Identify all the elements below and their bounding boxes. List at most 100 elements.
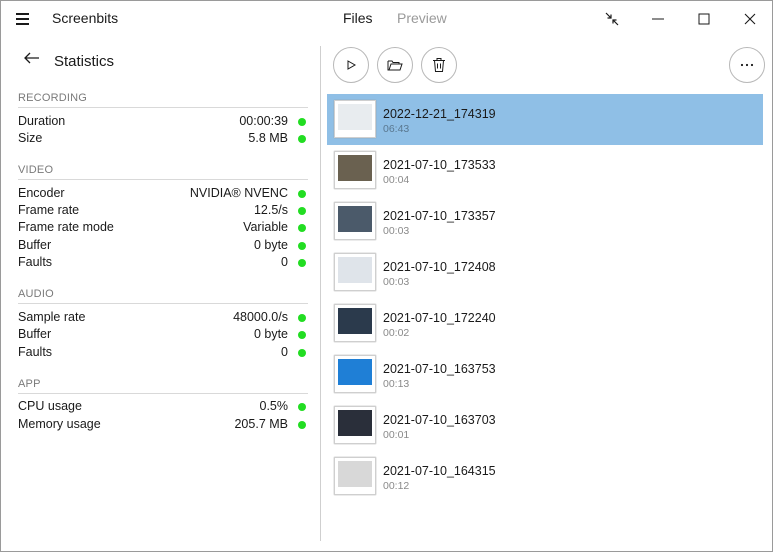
file-item[interactable]: 2021-07-10_172240 00:02 <box>327 298 763 349</box>
folder-open-icon <box>387 60 403 71</box>
stat-row-audio-buffer: Buffer 0 byte <box>18 327 308 344</box>
thumbnail-image <box>338 308 372 334</box>
stat-row-sample-rate: Sample rate 48000.0/s <box>18 310 308 327</box>
stat-row-duration: Duration 00:00:39 <box>18 114 308 131</box>
video-thumbnail <box>334 457 376 495</box>
maximize-button[interactable] <box>680 1 726 37</box>
page-title: Statistics <box>54 53 115 70</box>
section-label-app: APP <box>18 378 41 390</box>
section-divider <box>18 303 308 304</box>
stat-row-encoder: Encoder NVIDIA® NVENC <box>18 186 308 203</box>
file-name: 2021-07-10_172408 <box>383 260 496 274</box>
file-duration: 00:02 <box>383 327 410 339</box>
stat-label: Faults <box>18 255 53 269</box>
close-button[interactable] <box>726 1 772 37</box>
status-dot <box>298 224 306 232</box>
thumbnail-image <box>338 104 372 130</box>
open-folder-button[interactable] <box>377 47 413 83</box>
section-divider <box>18 107 308 108</box>
status-dot <box>298 242 306 250</box>
back-arrow-icon <box>24 52 39 64</box>
thumbnail-image <box>338 257 372 283</box>
file-name: 2022-12-21_174319 <box>383 107 496 121</box>
more-icon <box>740 63 754 67</box>
tab-preview[interactable]: Preview <box>397 10 447 26</box>
file-duration: 00:01 <box>383 429 410 441</box>
tab-files[interactable]: Files <box>343 10 373 26</box>
status-dot <box>298 331 306 339</box>
stat-label: Buffer <box>18 238 52 252</box>
thumbnail-image <box>338 410 372 436</box>
video-thumbnail <box>334 406 376 444</box>
stat-label: Faults <box>18 345 53 359</box>
status-dot <box>298 421 306 429</box>
status-dot <box>298 190 306 198</box>
hamburger-menu-icon[interactable] <box>13 11 33 27</box>
file-item[interactable]: 2021-07-10_173533 00:04 <box>327 145 763 196</box>
stat-row-audio-faults: Faults 0 <box>18 345 308 362</box>
stat-value: 48000.0/s <box>233 310 288 324</box>
file-item[interactable]: 2021-07-10_172408 00:03 <box>327 247 763 298</box>
thumbnail-image <box>338 155 372 181</box>
thumbnail-image <box>338 206 372 232</box>
stat-label: Duration <box>18 114 66 128</box>
minimize-icon <box>652 18 664 20</box>
file-name: 2021-07-10_164315 <box>383 464 496 478</box>
file-duration: 06:43 <box>383 123 410 135</box>
thumbnail-image <box>338 359 372 385</box>
status-dot <box>298 207 306 215</box>
compact-overlay-button[interactable] <box>588 1 634 37</box>
status-dot <box>298 314 306 322</box>
delete-button[interactable] <box>421 47 457 83</box>
stat-label: Size <box>18 131 43 145</box>
stat-row-size: Size 5.8 MB <box>18 131 308 148</box>
section-label-video: VIDEO <box>18 164 54 176</box>
section-divider <box>18 179 308 180</box>
play-icon <box>347 60 357 70</box>
close-icon <box>744 13 756 25</box>
stat-row-video-buffer: Buffer 0 byte <box>18 238 308 255</box>
file-item[interactable]: 2021-07-10_163753 00:13 <box>327 349 763 400</box>
stat-row-video-faults: Faults 0 <box>18 255 308 272</box>
status-dot <box>298 135 306 143</box>
stat-value: 0 byte <box>253 238 288 252</box>
file-name: 2021-07-10_172240 <box>383 311 496 325</box>
stat-value: NVIDIA® NVENC <box>189 186 288 200</box>
thumbnail-image <box>338 461 372 487</box>
video-thumbnail <box>334 355 376 393</box>
file-item[interactable]: 2021-07-10_164315 00:12 <box>327 451 763 502</box>
file-item[interactable]: 2022-12-21_174319 06:43 <box>327 94 763 145</box>
file-item[interactable]: 2021-07-10_173357 00:03 <box>327 196 763 247</box>
file-name: 2021-07-10_163703 <box>383 413 496 427</box>
file-duration: 00:04 <box>383 174 410 186</box>
file-duration: 00:13 <box>383 378 410 390</box>
stat-value: 5.8 MB <box>248 131 288 145</box>
section-divider <box>18 393 308 394</box>
file-item[interactable]: 2021-07-10_163703 00:01 <box>327 400 763 451</box>
stat-value: 205.7 MB <box>234 417 288 431</box>
file-duration: 00:03 <box>383 276 410 288</box>
more-options-button[interactable] <box>729 47 765 83</box>
play-button[interactable] <box>333 47 369 83</box>
file-duration: 00:03 <box>383 225 410 237</box>
statistics-panel: Statistics RECORDING Duration 00:00:39 S… <box>1 37 321 551</box>
stat-label: Memory usage <box>18 417 101 431</box>
section-label-recording: RECORDING <box>18 92 88 104</box>
video-thumbnail <box>334 253 376 291</box>
stat-value: 0 <box>281 345 288 359</box>
video-thumbnail <box>334 304 376 342</box>
app-window: Screenbits Files Preview Statistics RECO… <box>0 0 773 552</box>
file-name: 2021-07-10_173357 <box>383 209 496 223</box>
panel-divider <box>320 46 321 541</box>
minimize-button[interactable] <box>634 1 680 37</box>
file-name: 2021-07-10_173533 <box>383 158 496 172</box>
stat-value: 0.5% <box>259 399 289 413</box>
stat-value: 12.5/s <box>253 203 288 217</box>
maximize-icon <box>698 13 710 25</box>
back-button[interactable] <box>23 51 41 70</box>
section-label-audio: AUDIO <box>18 288 54 300</box>
stat-label: CPU usage <box>18 399 82 413</box>
stat-value: Variable <box>243 220 288 234</box>
video-thumbnail <box>334 202 376 240</box>
title-bar: Screenbits Files Preview <box>1 1 772 37</box>
